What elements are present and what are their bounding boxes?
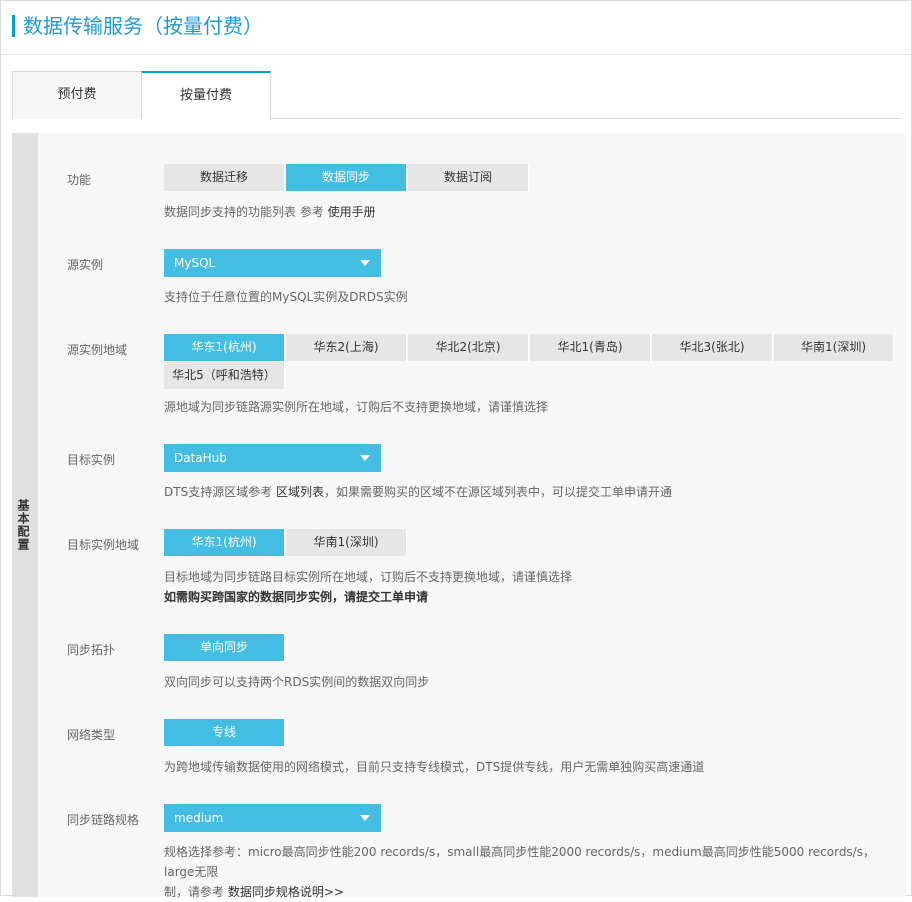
topology-label: 同步拓扑: [67, 643, 116, 657]
page-frame: 数据传输服务（按量付费） 预付费 按量付费 基本配置 功能 数据迁移 数据同步 …: [0, 0, 912, 899]
spec-label: 同步链路规格: [67, 813, 140, 827]
function-option-migration[interactable]: 数据迁移: [164, 164, 285, 191]
network-help: 为跨地域传输数据使用的网络模式，目前只支持专线模式，DTS提供专线，用户无需单独…: [164, 760, 705, 774]
cross-country-notice: 如需购买跨国家的数据同步实例，请提交工单申请: [164, 590, 429, 604]
spec-help-line2-text: 制，请参考: [164, 885, 228, 899]
function-help-text: 数据同步支持的功能列表 参考: [164, 205, 328, 219]
source-instance-select[interactable]: MySQL: [164, 249, 381, 277]
target-region-help-text: 目标地域为同步链路目标实例所在地域，订购后不支持更换地域，请谨慎选择: [164, 570, 573, 584]
spec-help-line1: 规格选择参考：micro最高同步性能200 records/s，small最高同…: [164, 845, 875, 879]
topology-option-one-way[interactable]: 单向同步: [164, 634, 285, 661]
tab-prepaid[interactable]: 预付费: [12, 71, 142, 119]
user-manual-link[interactable]: 使用手册: [328, 205, 376, 219]
target-region-help: 目标地域为同步链路目标实例所在地域，订购后不支持更换地域，请谨慎选择 如需购买跨…: [164, 567, 572, 607]
target-region-label: 目标实例地域: [67, 538, 140, 552]
target-instance-help-prefix: DTS支持源区域参考: [164, 485, 277, 499]
spec-select[interactable]: medium: [164, 804, 381, 832]
function-help: 数据同步支持的功能列表 参考 使用手册: [164, 202, 376, 222]
title-accent-bar: [12, 15, 15, 37]
target-instance-value: DataHub: [174, 451, 227, 465]
spec-value: medium: [174, 811, 224, 825]
target-instance-help-suffix: ，如果需要购买的区域不在源区域列表中，可以提交工单申请开通: [324, 485, 673, 499]
network-option-dedicated[interactable]: 专线: [164, 719, 285, 746]
network-label: 网络类型: [67, 728, 116, 742]
source-instance-label: 源实例: [67, 258, 104, 272]
spec-help: 规格选择参考：micro最高同步性能200 records/s，small最高同…: [164, 842, 894, 902]
source-region-shenzhen[interactable]: 华南1(深圳): [774, 334, 894, 361]
spec-help-line2: 制，请参考 数据同步规格说明>>: [164, 882, 894, 902]
function-option-sync[interactable]: 数据同步: [286, 164, 407, 191]
page-header: 数据传输服务（按量付费）: [1, 1, 911, 55]
chevron-down-icon: [360, 260, 370, 266]
source-region-help: 源地域为同步链路源实例所在地域，订购后不支持更换地域，请谨慎选择: [164, 400, 549, 414]
source-region-qingdao[interactable]: 华北1(青岛): [530, 334, 651, 361]
target-region-shenzhen[interactable]: 华南1(深圳): [286, 529, 407, 556]
target-region-hangzhou[interactable]: 华东1(杭州): [164, 529, 285, 556]
billing-tabs: 预付费 按量付费: [12, 71, 902, 120]
page-title: 数据传输服务（按量付费）: [23, 14, 263, 38]
target-instance-label: 目标实例: [67, 453, 116, 467]
source-region-hangzhou[interactable]: 华东1(杭州): [164, 334, 285, 361]
target-instance-help: DTS支持源区域参考 区域列表，如果需要购买的区域不在源区域列表中，可以提交工单…: [164, 482, 672, 502]
config-panel: 基本配置 功能 数据迁移 数据同步 数据订阅 数据同步支持的功能列表 参考 使用…: [12, 133, 906, 899]
source-region-beijing[interactable]: 华北2(北京): [408, 334, 529, 361]
chevron-down-icon: [360, 455, 370, 461]
source-instance-value: MySQL: [174, 256, 216, 270]
target-instance-select[interactable]: DataHub: [164, 444, 381, 472]
function-label: 功能: [67, 173, 92, 187]
spec-doc-link[interactable]: 数据同步规格说明>>: [228, 885, 344, 899]
source-instance-help: 支持位于任意位置的MySQL实例及DRDS实例: [164, 290, 408, 304]
section-sidebar: 基本配置: [12, 133, 38, 897]
topology-help: 双向同步可以支持两个RDS实例间的数据双向同步: [164, 675, 430, 689]
function-option-subscribe[interactable]: 数据订阅: [408, 164, 529, 191]
source-region-label: 源实例地域: [67, 343, 128, 357]
region-list-link[interactable]: 区域列表: [276, 485, 324, 499]
tab-pay-as-you-go[interactable]: 按量付费: [141, 71, 271, 120]
source-region-shanghai[interactable]: 华东2(上海): [286, 334, 407, 361]
source-region-zhangbei[interactable]: 华北3(张北): [652, 334, 773, 361]
section-label: 基本配置: [16, 499, 30, 551]
chevron-down-icon: [360, 815, 370, 821]
source-region-huhehaote[interactable]: 华北5（呼和浩特）: [164, 362, 285, 389]
